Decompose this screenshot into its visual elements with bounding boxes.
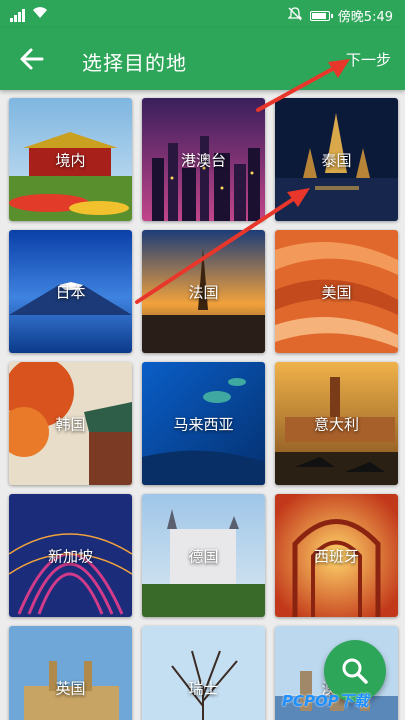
app-bar: 选择目的地 下一步 bbox=[0, 28, 405, 90]
destination-card-singapore[interactable]: 新加坡 bbox=[9, 494, 132, 617]
destination-card-uk[interactable]: 英国 bbox=[9, 626, 132, 720]
back-button[interactable] bbox=[18, 45, 46, 73]
destination-card-italy[interactable]: 意大利 bbox=[275, 362, 398, 485]
destination-label: 港澳台 bbox=[180, 151, 226, 169]
destination-card-switzerland[interactable]: 瑞士 bbox=[142, 626, 265, 720]
back-arrow-icon bbox=[20, 48, 44, 70]
destination-label: 境内 bbox=[55, 151, 86, 169]
battery-icon bbox=[309, 10, 333, 21]
destination-image bbox=[9, 626, 132, 720]
destination-label: 瑞士 bbox=[188, 679, 219, 697]
destination-label: 美国 bbox=[321, 283, 352, 301]
wifi-icon bbox=[32, 6, 48, 23]
destination-card-domestic[interactable]: 境内 bbox=[9, 98, 132, 221]
destination-image bbox=[142, 626, 265, 720]
destination-label: 德国 bbox=[188, 547, 219, 565]
destination-card-germany[interactable]: 德国 bbox=[142, 494, 265, 617]
destination-card-france[interactable]: 法国 bbox=[142, 230, 265, 353]
destination-card-hk-macau-taiwan[interactable]: 港澳台 bbox=[142, 98, 265, 221]
destination-label: 日本 bbox=[55, 283, 86, 301]
search-icon bbox=[342, 658, 368, 684]
app-root: 傍晚5:49 选择目的地 下一步 境内 港澳台 泰国 日本 法国 美国 韩国 马… bbox=[0, 0, 405, 720]
destination-card-usa[interactable]: 美国 bbox=[275, 230, 398, 353]
destination-label: 韩国 bbox=[55, 415, 86, 433]
destination-card-spain[interactable]: 西班牙 bbox=[275, 494, 398, 617]
next-step-button[interactable]: 下一步 bbox=[346, 49, 391, 70]
status-bar: 傍晚5:49 bbox=[0, 0, 405, 28]
destination-label: 西班牙 bbox=[313, 547, 359, 565]
destination-label: 泰国 bbox=[321, 151, 352, 169]
destination-card-thailand[interactable]: 泰国 bbox=[275, 98, 398, 221]
destination-card-japan[interactable]: 日本 bbox=[9, 230, 132, 353]
destination-label: 英国 bbox=[55, 679, 86, 697]
destination-label: 法国 bbox=[188, 283, 219, 301]
destination-card-malaysia[interactable]: 马来西亚 bbox=[142, 362, 265, 485]
destination-card-korea[interactable]: 韩国 bbox=[9, 362, 132, 485]
destination-grid: 境内 港澳台 泰国 日本 法国 美国 韩国 马来西亚 意大利 新加坡 德国 西班… bbox=[0, 98, 405, 720]
watermark: PCPOP下载 bbox=[282, 692, 369, 710]
destination-label: 意大利 bbox=[313, 415, 359, 433]
signal-icon bbox=[10, 7, 26, 22]
status-time: 傍晚5:49 bbox=[337, 10, 393, 25]
destination-label: 马来西亚 bbox=[173, 415, 234, 433]
mute-icon bbox=[287, 6, 303, 25]
destination-label: 新加坡 bbox=[47, 547, 93, 565]
page-title: 选择目的地 bbox=[82, 51, 187, 75]
